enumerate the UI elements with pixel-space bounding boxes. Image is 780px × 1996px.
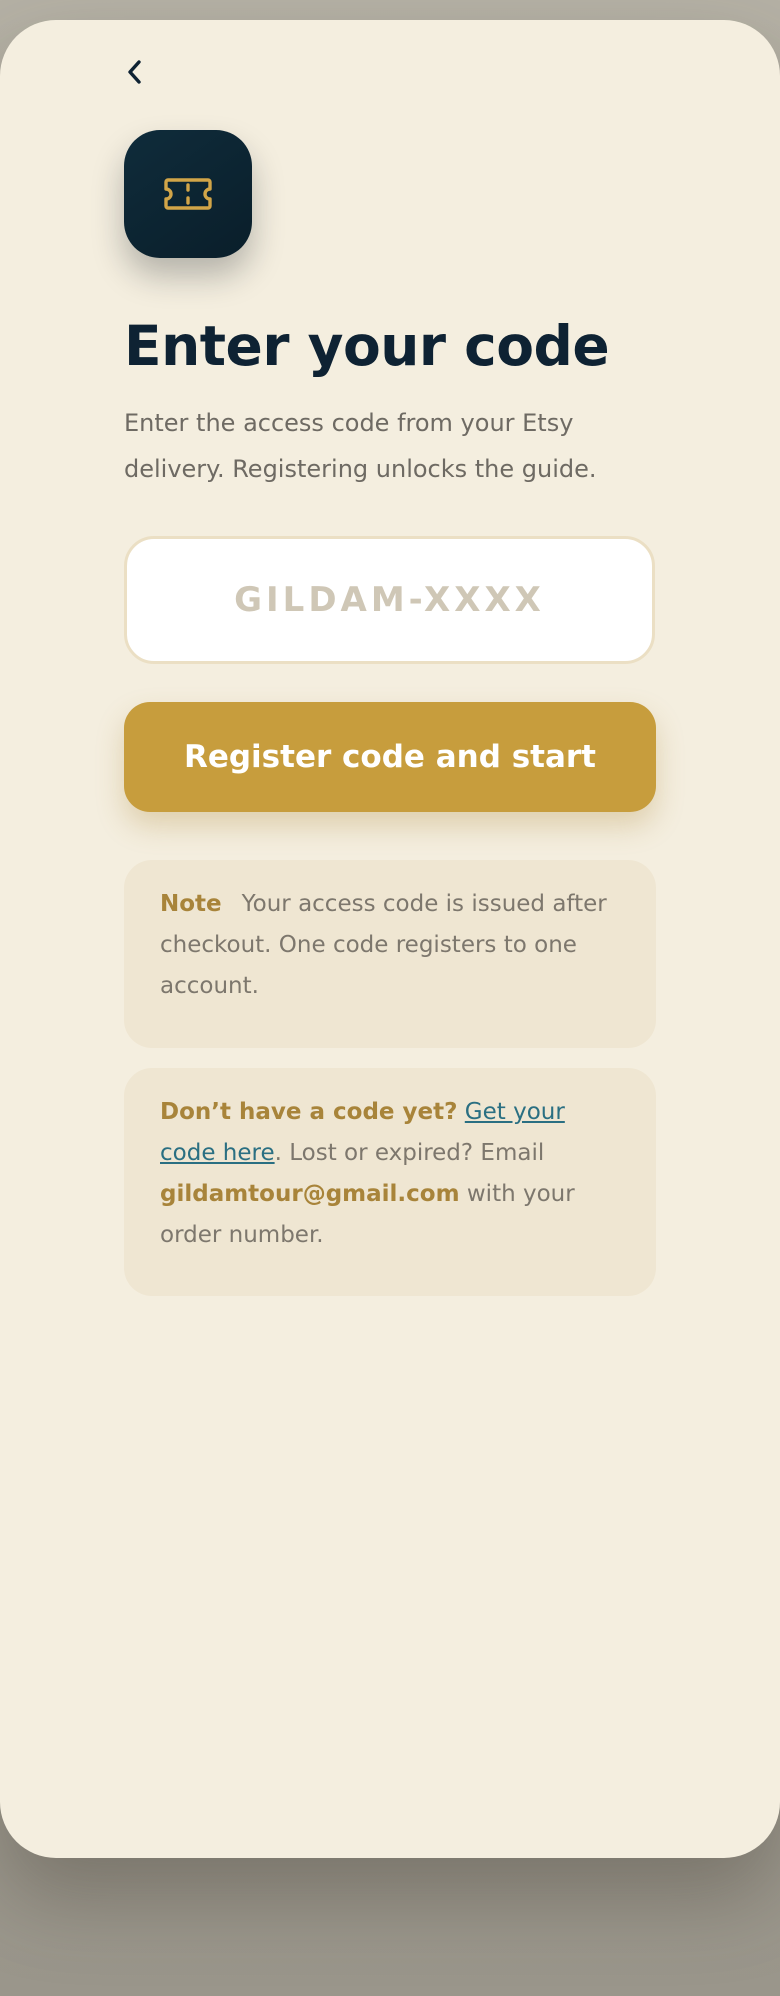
support-email: gildamtour@gmail.com xyxy=(160,1181,460,1207)
chevron-left-icon xyxy=(128,60,141,84)
back-button[interactable] xyxy=(118,48,152,96)
app-logo xyxy=(124,130,252,258)
note-card: Note Your access code is issued after che… xyxy=(124,860,656,1048)
help-question: Don’t have a code yet? xyxy=(160,1099,458,1125)
register-code-button[interactable]: Register code and start xyxy=(124,702,656,812)
ticket-icon xyxy=(164,178,212,210)
access-code-input[interactable] xyxy=(124,536,655,664)
app-screen: Enter your code Enter the access code fr… xyxy=(0,20,780,1858)
help-text: . Lost or expired? Email xyxy=(274,1140,545,1166)
page-subtitle: Enter the access code from your Etsy del… xyxy=(124,409,597,483)
help-card: Don’t have a code yet? Get your code her… xyxy=(124,1068,656,1296)
note-text: Your access code is issued after checkou… xyxy=(160,891,607,999)
note-label: Note xyxy=(160,891,222,917)
page-title: Enter your code xyxy=(124,314,610,378)
